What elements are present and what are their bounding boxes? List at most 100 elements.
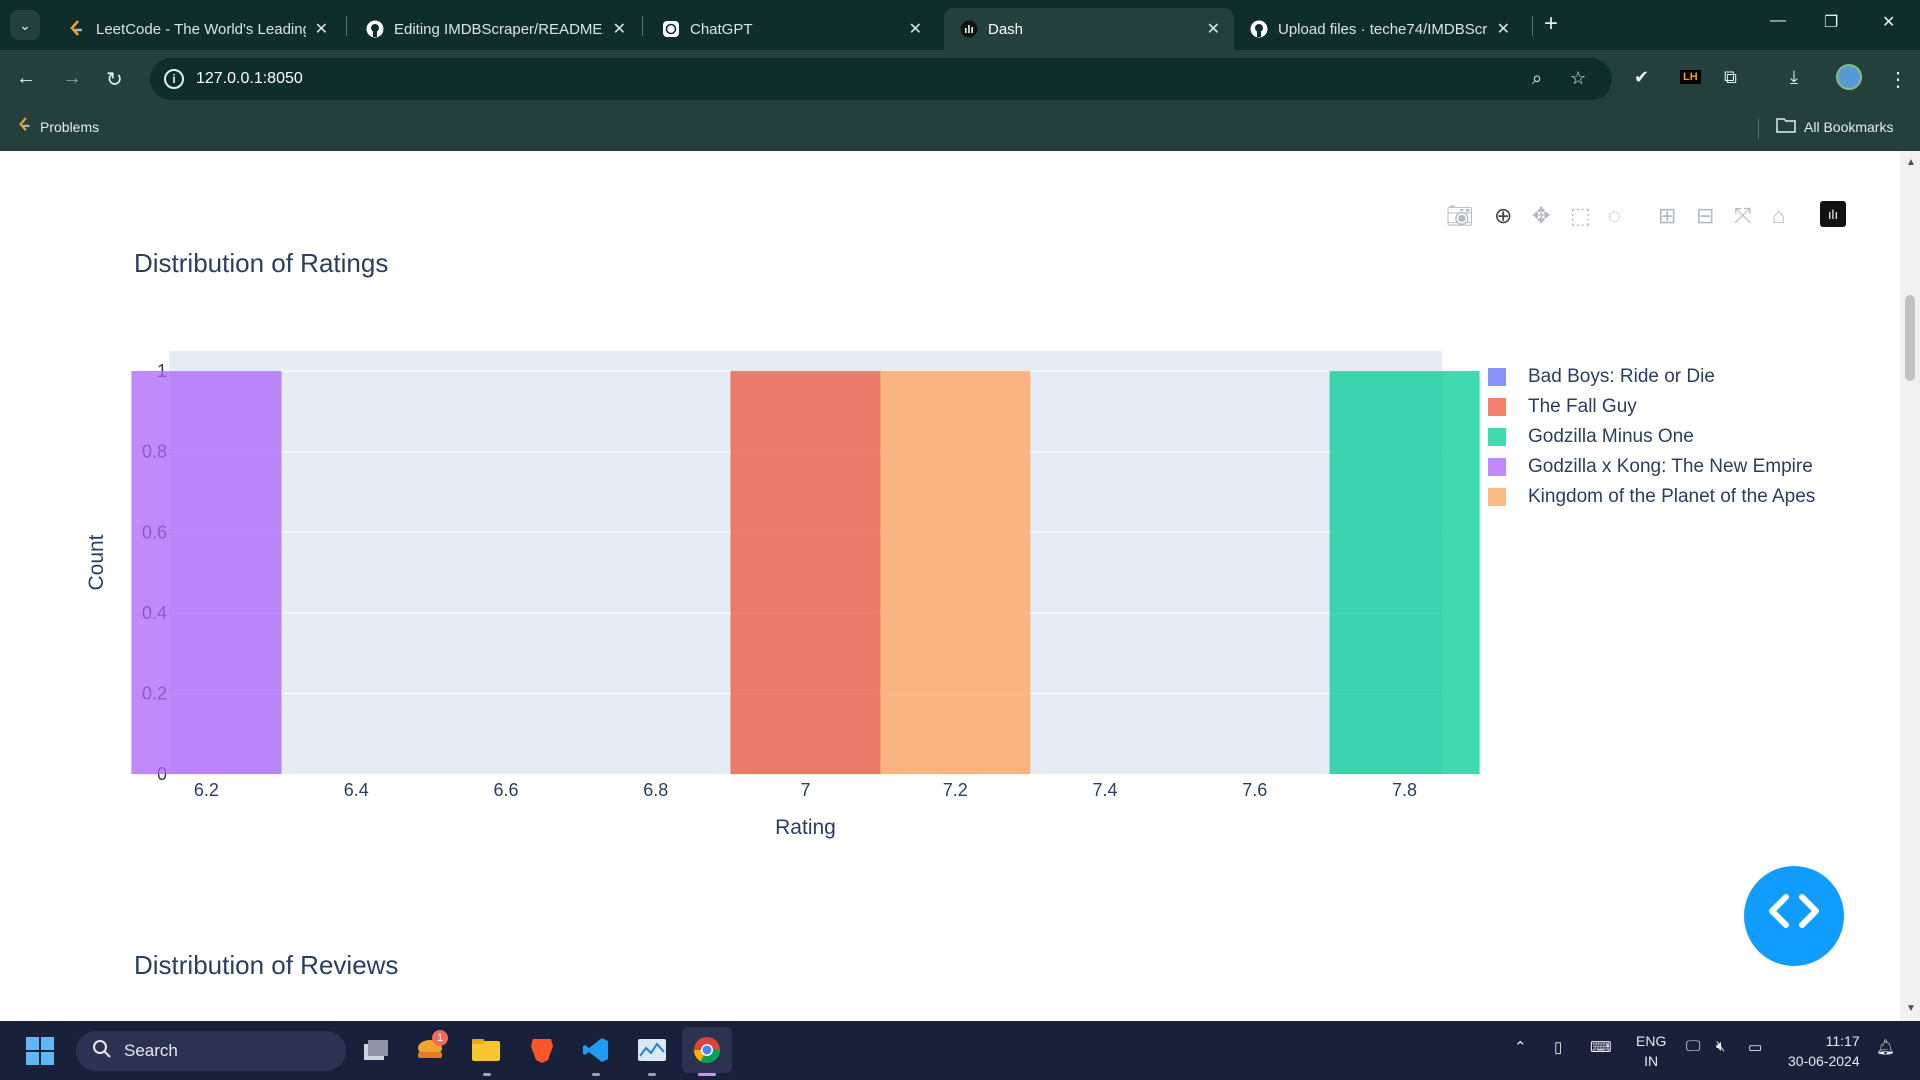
x-tick-label: 6.8 xyxy=(643,780,668,800)
notification-badge: 1 xyxy=(432,1030,448,1046)
back-button[interactable]: ← xyxy=(16,67,36,90)
dash-page: 📷︎ ⊕ ✥ ⬚ ◌ ⊞ ⊟ ⤧ ⌂ ılı Distribution of R… xyxy=(0,151,1900,1021)
chrome-icon[interactable] xyxy=(691,1034,723,1066)
zoom-icon[interactable]: ⌕ xyxy=(1532,68,1542,89)
close-window-button[interactable]: ✕ xyxy=(1882,12,1895,32)
new-tab-button[interactable]: + xyxy=(1544,10,1558,38)
legend-swatch xyxy=(1488,488,1506,506)
brave-browser-icon[interactable] xyxy=(526,1034,558,1066)
legend-label: Godzilla x Kong: The New Empire xyxy=(1528,456,1813,477)
volume-muted-icon[interactable]: 🔇︎ xyxy=(1716,1038,1725,1055)
search-icon xyxy=(92,1039,112,1064)
chart-title-reviews: Distribution of Reviews xyxy=(134,950,399,980)
dash-icon xyxy=(960,20,978,38)
all-bookmarks[interactable]: All Bookmarks xyxy=(1776,117,1893,136)
tab-strip: ⌄ LeetCode - The World's Leading ✕ Editi… xyxy=(0,0,1920,50)
menu-icon[interactable]: ⋮ xyxy=(1888,67,1908,92)
restore-button[interactable]: ❐ xyxy=(1824,12,1838,32)
x-tick-label: 7 xyxy=(800,780,810,800)
scroll-up-icon[interactable]: ▲ xyxy=(1906,157,1916,168)
scroll-down-icon[interactable]: ▼ xyxy=(1906,1003,1916,1014)
legend-item[interactable]: The Fall Guy xyxy=(1488,392,1815,422)
clock[interactable]: 11:17 30-06-2024 xyxy=(1788,1031,1860,1071)
bookmark-problems[interactable]: Problems xyxy=(18,117,99,136)
x-tick-label: 7.4 xyxy=(1093,780,1118,800)
task-view-icon[interactable] xyxy=(360,1034,392,1066)
start-button[interactable] xyxy=(26,1037,54,1065)
legend-swatch xyxy=(1488,398,1506,416)
tab-title: ChatGPT xyxy=(690,20,753,38)
file-explorer-icon[interactable] xyxy=(470,1034,502,1066)
legend-swatch xyxy=(1488,458,1506,476)
close-icon[interactable]: ✕ xyxy=(613,19,626,39)
extension-icon[interactable]: ✔ xyxy=(1634,67,1649,88)
running-indicator xyxy=(483,1073,491,1076)
close-icon[interactable]: ✕ xyxy=(315,19,328,39)
battery-icon[interactable]: ▭ xyxy=(1748,1038,1762,1056)
chevron-up-icon[interactable]: ⌃ xyxy=(1514,1038,1527,1056)
x-axis-title: Rating xyxy=(775,816,836,839)
legend-item[interactable]: Godzilla Minus One xyxy=(1488,422,1815,452)
legend-item[interactable]: Godzilla x Kong: The New Empire xyxy=(1488,452,1815,482)
x-tick-label: 6.6 xyxy=(493,780,518,800)
resource-monitor-icon[interactable] xyxy=(636,1034,668,1066)
browser-toolbar: ← → ↻ i 127.0.0.1:8050 ⌕ ☆ ✔ LH ⧉ ⤓ ⋮ xyxy=(0,50,1920,107)
histogram-bar xyxy=(730,370,881,775)
forward-button[interactable]: → xyxy=(62,67,82,90)
tab-title: Dash xyxy=(988,20,1024,38)
tab-title: Upload files · teche74/IMDBScra xyxy=(1278,20,1488,38)
close-icon[interactable]: ✕ xyxy=(1497,19,1510,39)
legend-label: The Fall Guy xyxy=(1528,396,1637,417)
download-icon[interactable]: ⤓ xyxy=(1790,67,1798,88)
x-tick-label: 7.2 xyxy=(943,780,968,800)
dev-tools-button[interactable] xyxy=(1744,866,1844,966)
tab-github-readme[interactable]: Editing IMDBScraper/README.r ✕ xyxy=(350,8,640,50)
chevron-down-icon: ⌄ xyxy=(19,16,31,33)
legend-item[interactable]: Kingdom of the Planet of the Apes xyxy=(1488,482,1815,512)
lighthouse-extension-icon[interactable]: LH xyxy=(1680,70,1701,84)
minimize-button[interactable]: — xyxy=(1770,12,1786,30)
histogram-bar xyxy=(131,370,282,775)
leetcode-icon xyxy=(68,20,86,38)
profile-avatar[interactable] xyxy=(1836,64,1862,90)
page-scrollbar[interactable]: ▲ ▼ xyxy=(1900,151,1920,1021)
x-tick-label: 7.8 xyxy=(1392,780,1417,800)
keyboard-icon[interactable]: ⌨ xyxy=(1590,1038,1612,1056)
reload-button[interactable]: ↻ xyxy=(106,67,123,92)
tab-search-button[interactable]: ⌄ xyxy=(10,10,40,40)
tablet-icon[interactable]: ▯ xyxy=(1554,1038,1562,1056)
network-icon[interactable]: 🖵︎ xyxy=(1686,1038,1700,1055)
vscode-icon[interactable] xyxy=(580,1034,612,1066)
leetcode-icon xyxy=(18,117,32,136)
code-icon xyxy=(1764,891,1824,942)
search-label: Search xyxy=(124,1041,178,1060)
tab-github-upload[interactable]: Upload files · teche74/IMDBScra ✕ xyxy=(1234,8,1524,50)
date-text: 30-06-2024 xyxy=(1788,1053,1860,1069)
close-icon[interactable]: ✕ xyxy=(909,19,922,39)
legend-item[interactable]: Bad Boys: Ride or Die xyxy=(1488,362,1815,392)
info-icon[interactable]: i xyxy=(164,69,184,89)
bell-icon[interactable]: 🔔︎ xyxy=(1876,1038,1895,1056)
all-bookmarks-label: All Bookmarks xyxy=(1804,118,1894,135)
tab-leetcode[interactable]: LeetCode - The World's Leading ✕ xyxy=(52,8,342,50)
tab-chatgpt[interactable]: ChatGPT ✕ xyxy=(646,8,936,50)
language-indicator[interactable]: ENG IN xyxy=(1636,1031,1666,1071)
address-bar[interactable]: i 127.0.0.1:8050 ⌕ ☆ xyxy=(150,58,1612,100)
active-indicator xyxy=(698,1073,716,1076)
legend-label: Godzilla Minus One xyxy=(1528,426,1694,447)
tab-dash[interactable]: Dash ✕ xyxy=(944,8,1234,50)
legend-swatch xyxy=(1488,368,1506,386)
bookmark-label: Problems xyxy=(40,118,100,135)
github-icon xyxy=(1250,20,1268,38)
running-indicator xyxy=(592,1073,600,1076)
taskbar-search[interactable]: Search xyxy=(76,1031,346,1071)
folder-icon xyxy=(1776,117,1796,136)
histogram-bar xyxy=(879,370,1031,775)
chart-legend: Bad Boys: Ride or Die The Fall Guy Godzill… xyxy=(1488,362,1815,512)
puzzle-icon[interactable]: ⧉ xyxy=(1724,67,1737,88)
close-icon[interactable]: ✕ xyxy=(1207,19,1220,39)
scroll-thumb[interactable] xyxy=(1905,295,1915,381)
language-top: ENG xyxy=(1636,1033,1667,1049)
bookmarks-bar: Problems All Bookmarks xyxy=(0,107,1920,151)
bookmark-star-icon[interactable]: ☆ xyxy=(1570,68,1586,89)
